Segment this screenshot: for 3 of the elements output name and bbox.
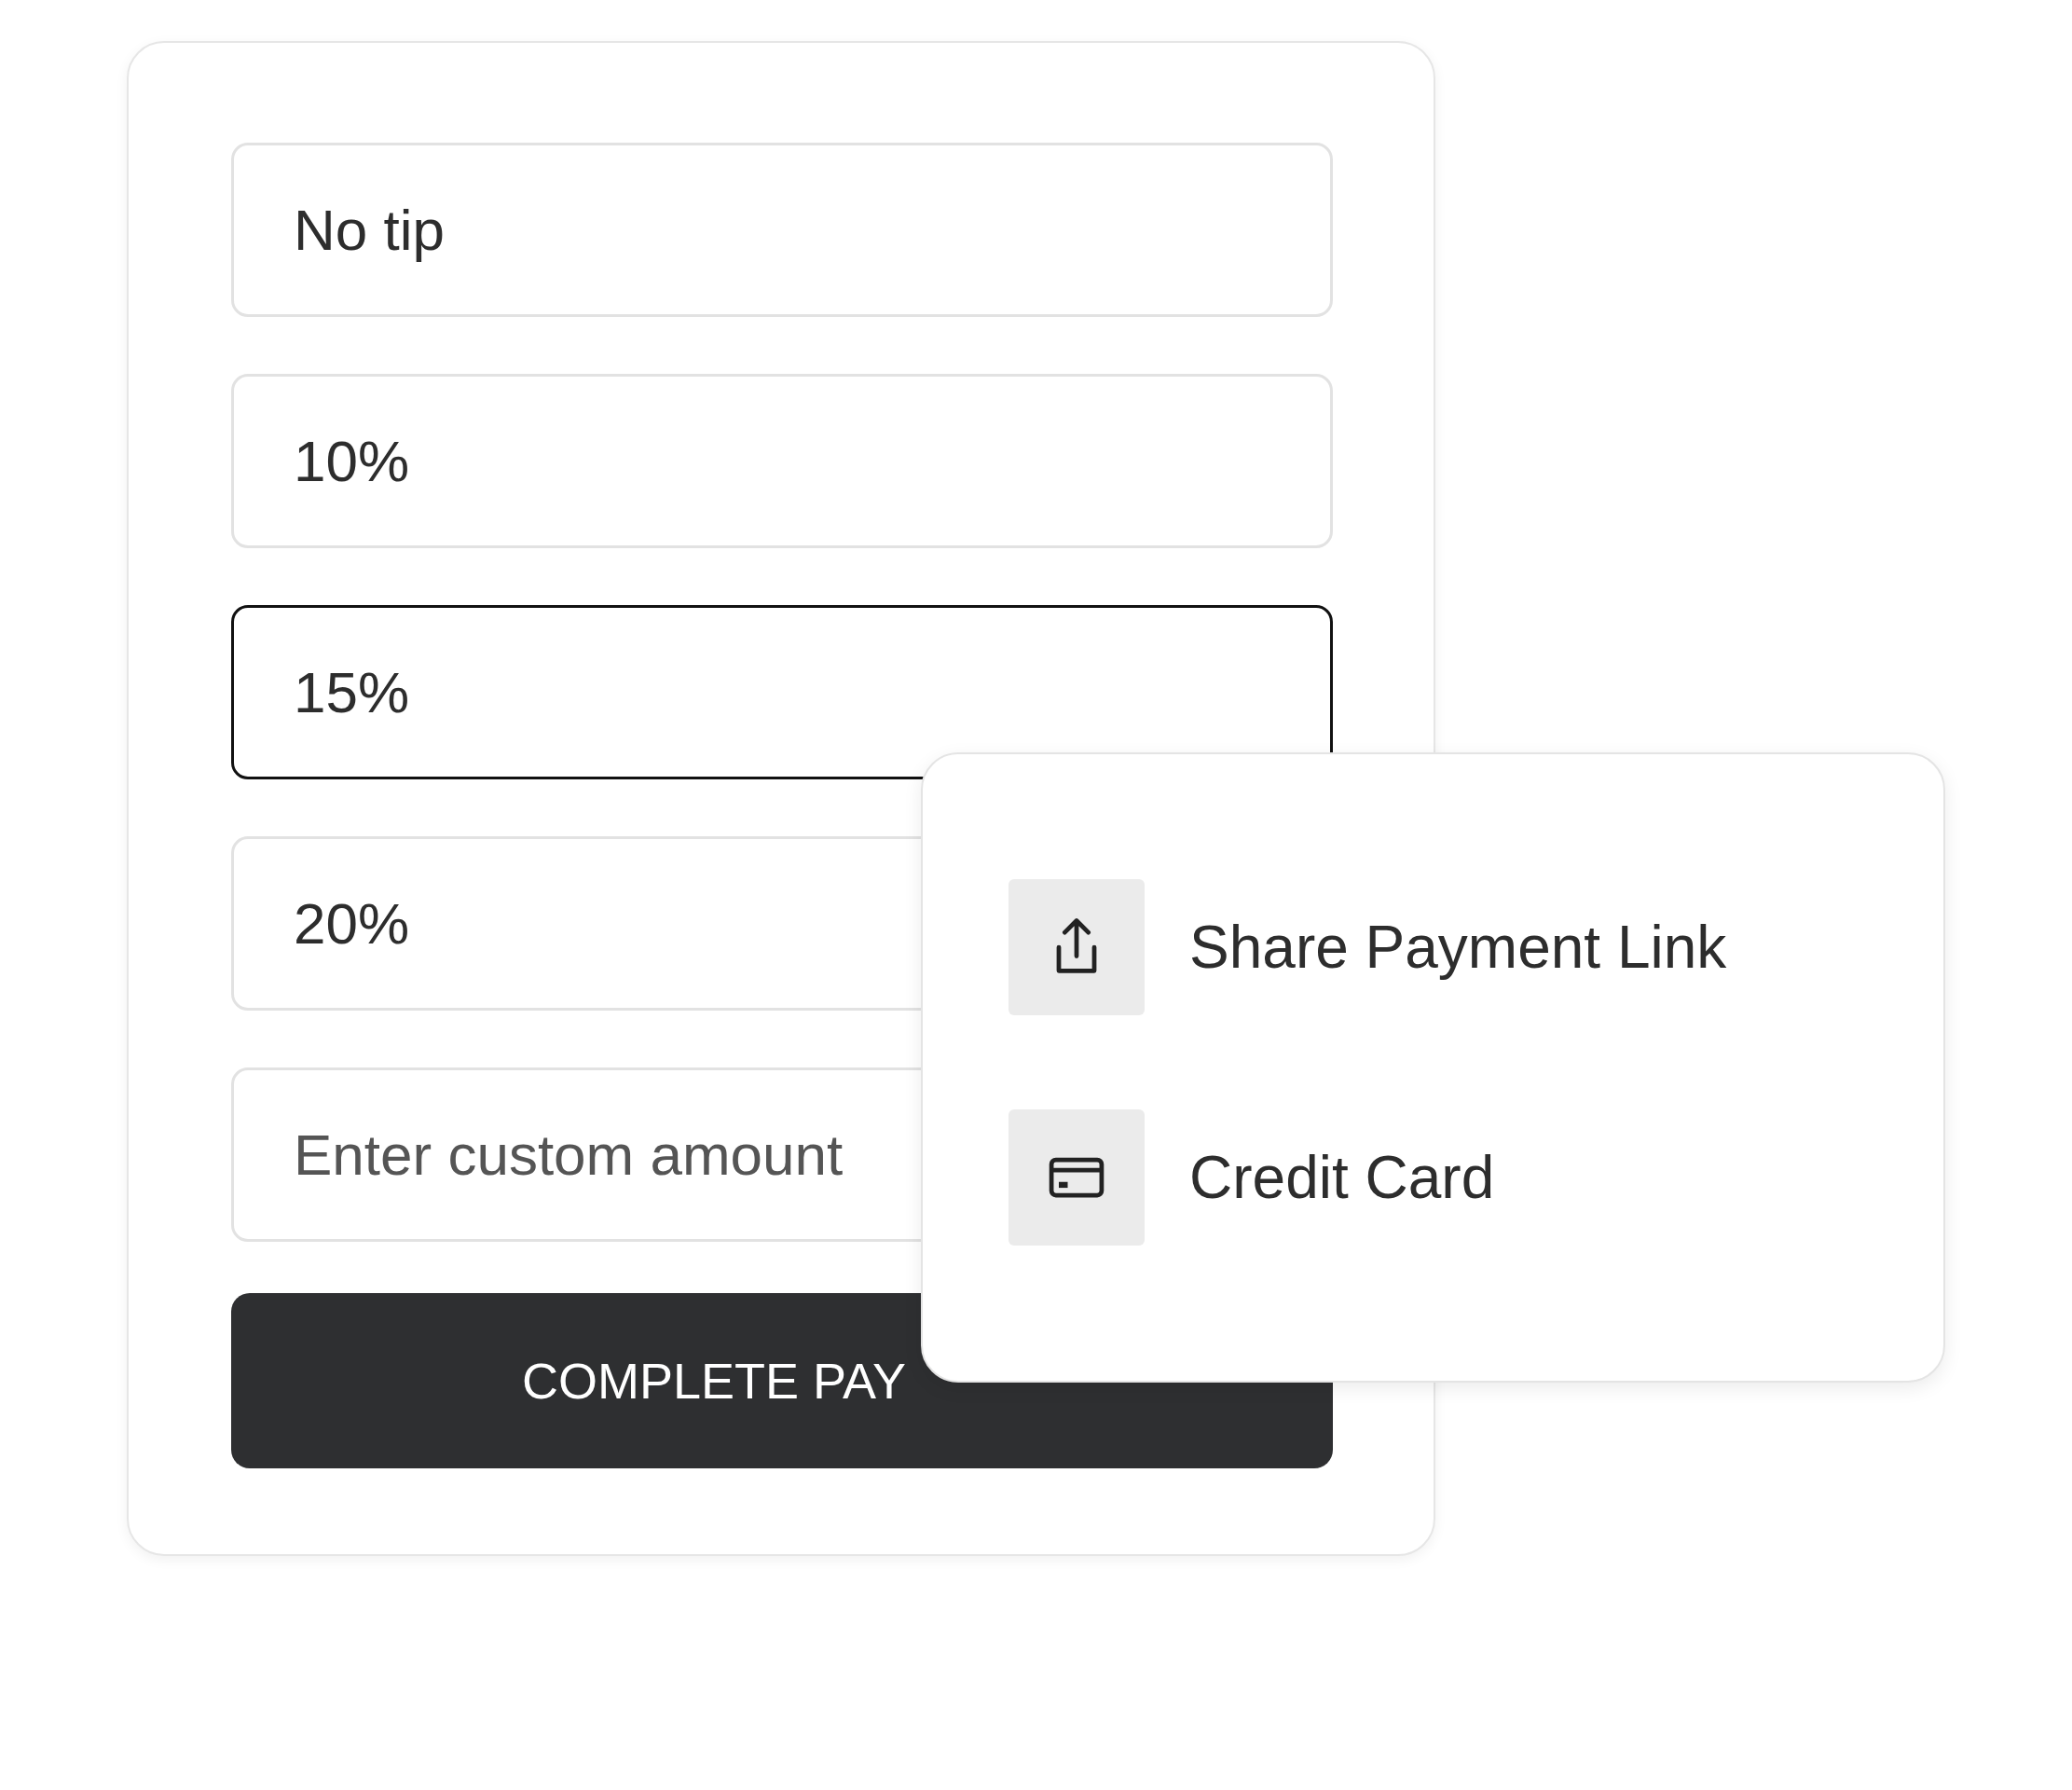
tip-option[interactable]: 15% (231, 605, 1333, 779)
tip-option[interactable]: 10% (231, 374, 1333, 548)
tip-option[interactable]: No tip (231, 143, 1333, 317)
